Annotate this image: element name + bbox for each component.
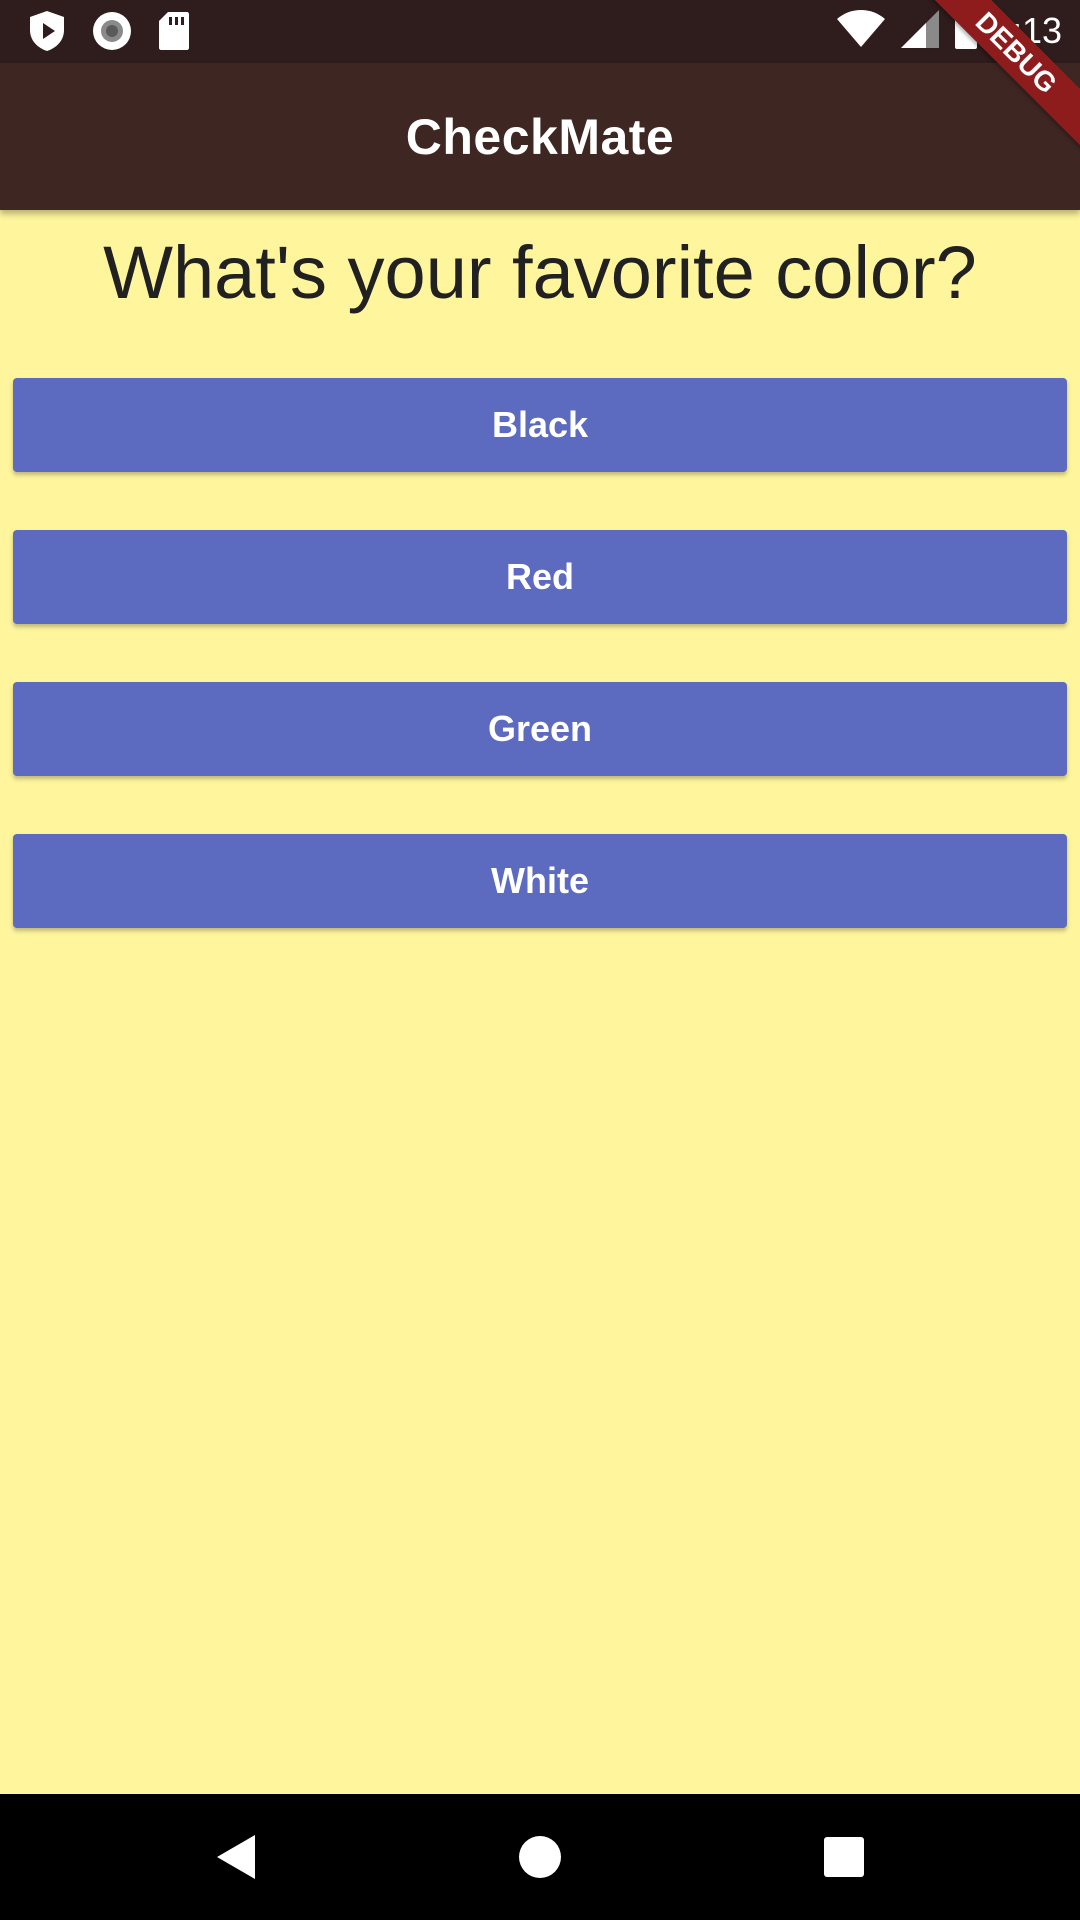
status-bar: 4:13 — [0, 0, 1080, 63]
battery-icon — [954, 8, 978, 54]
answer-button-red[interactable]: Red — [13, 530, 1067, 624]
app-title: CheckMate — [405, 108, 675, 165]
screen: 4:13 CheckMate DEBUG What's your favorit… — [0, 0, 1080, 1920]
question-text: What's your favorite color? — [103, 231, 977, 314]
answer-button-white[interactable]: White — [13, 834, 1067, 928]
app-bar: CheckMate — [0, 63, 1080, 210]
home-icon[interactable] — [508, 1825, 572, 1889]
answer-button-black[interactable]: Black — [13, 378, 1067, 472]
shield-play-icon — [28, 10, 66, 57]
wifi-icon — [836, 9, 886, 53]
radio-icon — [92, 11, 132, 56]
recents-icon[interactable] — [812, 1825, 876, 1889]
sd-card-icon — [158, 11, 190, 56]
signal-icon — [900, 9, 940, 54]
status-clock: 4:13 — [991, 10, 1062, 51]
back-icon[interactable] — [204, 1825, 268, 1889]
answer-list: Black Red Green White — [13, 378, 1067, 986]
answer-button-green[interactable]: Green — [13, 682, 1067, 776]
navigation-bar — [0, 1794, 1080, 1920]
